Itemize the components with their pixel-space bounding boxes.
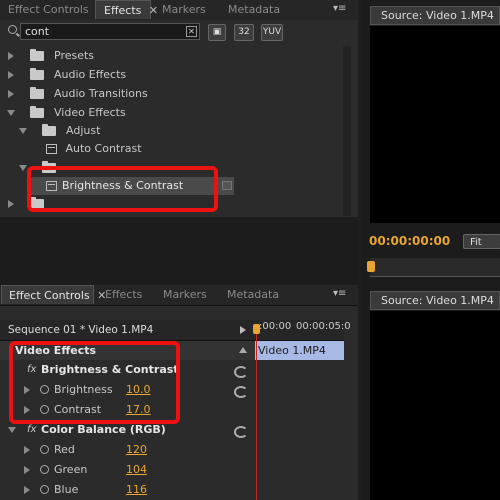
- collapse-arrow-icon[interactable]: [8, 427, 16, 433]
- bottom-tab-bar: Effect Controls ✕ Effects Markers Metada…: [0, 285, 358, 306]
- accelerated-effects-button[interactable]: ▣: [208, 24, 226, 41]
- fx-icon[interactable]: fx: [27, 424, 36, 435]
- stopwatch-icon[interactable]: [40, 485, 49, 494]
- collapse-section-icon[interactable]: [239, 347, 247, 353]
- highlight-box: [27, 166, 218, 212]
- reset-icon[interactable]: [234, 426, 248, 438]
- search-input[interactable]: cont ✕: [20, 23, 200, 40]
- tab-effects-label: Effects: [104, 4, 142, 17]
- source-monitor-top: Source: Video 1.MP4 00:00:00:00 Fit: [362, 0, 500, 285]
- source-tab[interactable]: Source: Video 1.MP4: [370, 6, 500, 25]
- green-value[interactable]: 104: [126, 460, 147, 480]
- playhead-icon[interactable]: [367, 261, 375, 272]
- playhead-line: [256, 334, 257, 500]
- expand-arrow-icon[interactable]: [8, 52, 14, 60]
- tab-metadata[interactable]: Metadata: [228, 0, 280, 19]
- reset-icon[interactable]: [234, 366, 248, 378]
- folder-icon: [29, 106, 44, 118]
- source-time-ruler[interactable]: [370, 258, 500, 277]
- blue-value[interactable]: 116: [126, 480, 147, 500]
- expand-arrow-icon[interactable]: [24, 446, 30, 454]
- tree-item-adjust[interactable]: Adjust: [19, 122, 100, 140]
- folder-icon: [41, 124, 56, 136]
- source-monitor-bottom: Source: Video 1.MP4: [362, 285, 500, 500]
- tree-item-presets[interactable]: Presets: [8, 47, 94, 65]
- close-icon[interactable]: ✕: [149, 4, 158, 17]
- 32-bit-effects-button[interactable]: 32: [234, 24, 254, 41]
- top-tab-bar: Effect Controls Effects ✕ Markers Metada…: [0, 0, 358, 21]
- stopwatch-icon[interactable]: [40, 465, 49, 474]
- accelerated-badge-icon: [222, 181, 232, 190]
- expand-arrow-icon[interactable]: [8, 90, 14, 98]
- sequence-header: Sequence 01 * Video 1.MP4: [0, 320, 255, 341]
- source-tab-bottom[interactable]: Source: Video 1.MP4: [370, 291, 500, 310]
- param-row-green[interactable]: Green 104: [0, 460, 255, 480]
- tree-item-audio-transitions[interactable]: Audio Transitions: [8, 85, 148, 103]
- expand-arrow-icon[interactable]: [8, 71, 14, 79]
- playhead-icon[interactable]: [253, 324, 260, 334]
- tab-markers[interactable]: Markers: [162, 0, 206, 19]
- tab-effect-controls[interactable]: Effect Controls: [8, 0, 89, 19]
- timecode-display[interactable]: 00:00:00:00: [369, 234, 450, 248]
- fit-dropdown[interactable]: Fit: [463, 234, 500, 249]
- tab-effect-controls-bottom[interactable]: Effect Controls ✕: [1, 285, 106, 304]
- tree-item-audio-effects[interactable]: Audio Effects: [8, 66, 126, 84]
- collapse-arrow-icon[interactable]: [19, 165, 27, 171]
- folder-icon: [29, 87, 44, 99]
- play-icon[interactable]: [240, 326, 246, 334]
- search-row: cont ✕ ▣ 32 YUV: [0, 20, 358, 44]
- expand-arrow-icon[interactable]: [8, 200, 14, 208]
- expand-arrow-icon[interactable]: [24, 486, 30, 494]
- collapse-arrow-icon[interactable]: [7, 110, 15, 116]
- effect-icon: [46, 144, 57, 154]
- panel-menu-icon[interactable]: ▾≡: [333, 3, 346, 14]
- param-row-blue[interactable]: Blue 116: [0, 480, 255, 500]
- folder-icon: [29, 49, 44, 61]
- tree-item-video-effects[interactable]: Video Effects: [7, 104, 126, 122]
- vertical-scrollbar[interactable]: [343, 46, 351, 216]
- param-row-red[interactable]: Red 120: [0, 440, 255, 460]
- tab-effects[interactable]: Effects ✕: [95, 0, 158, 19]
- clear-search-icon[interactable]: ✕: [186, 26, 197, 37]
- collapse-arrow-icon[interactable]: [19, 128, 27, 134]
- tab-markers-bottom[interactable]: Markers: [163, 285, 207, 304]
- effect-timeline-area: [255, 360, 344, 500]
- source-video-area: [370, 26, 500, 223]
- panel-menu-icon[interactable]: ▾≡: [333, 288, 346, 299]
- tree-item-auto-contrast[interactable]: Auto Contrast: [46, 140, 142, 158]
- folder-icon: [29, 68, 44, 80]
- tab-effects-bottom[interactable]: Effects: [105, 285, 142, 304]
- clip-bar[interactable]: Video 1.MP4: [255, 341, 344, 360]
- stopwatch-icon[interactable]: [40, 445, 49, 454]
- expand-arrow-icon[interactable]: [24, 466, 30, 474]
- yuv-effects-button[interactable]: YUV: [261, 24, 283, 41]
- mini-timeline-ruler[interactable]: :00:00 00:00:05:0: [255, 320, 351, 341]
- tab-metadata-bottom[interactable]: Metadata: [227, 285, 279, 304]
- red-value[interactable]: 120: [126, 440, 147, 460]
- reset-icon[interactable]: [234, 386, 248, 398]
- highlight-box: [9, 341, 180, 424]
- panel-gap: [0, 217, 358, 285]
- source-video-area-bottom: [370, 311, 500, 500]
